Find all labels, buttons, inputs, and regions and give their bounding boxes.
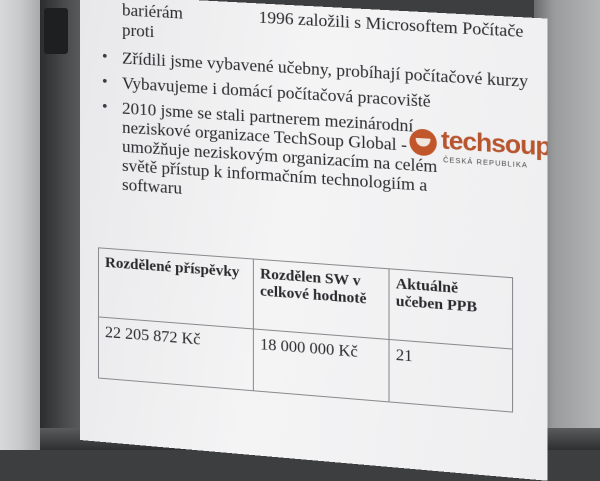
- projected-slide: bariérám 1996 založili s Microsoftem Poč…: [80, 0, 548, 481]
- techsoup-bowl-icon: [409, 128, 437, 157]
- table-cell: 21: [389, 339, 513, 413]
- wall-left: [0, 0, 40, 450]
- table-header-cell: Rozdělené příspěvky: [98, 247, 254, 329]
- table-cell: 22 205 872 Kč: [98, 316, 254, 391]
- screen-frame-left: [40, 0, 82, 450]
- bullet-icon: •: [101, 48, 108, 66]
- table-header-cell: Aktuálně učeben PPB: [389, 268, 513, 350]
- table-cell: 18 000 000 Kč: [253, 328, 390, 402]
- slide-partial-header: 1996 založili s Microsoftem Počítače pro…: [122, 7, 524, 42]
- slide-top-text: bariérám: [122, 0, 183, 23]
- bullet-icon: •: [101, 98, 108, 116]
- techsoup-logo: techsoup ČESKÁ REPUBLIKA: [409, 124, 547, 179]
- bullet-list: bariérám 1996 založili s Microsoftem Poč…: [102, 0, 537, 228]
- frame-clip: [44, 8, 68, 54]
- table-header-cell: Rozdělen SW v celkové hodnotě: [253, 259, 390, 340]
- bullet-item: • 2010 jsme se stali partnerem mezinárod…: [102, 97, 441, 215]
- bullet-icon: •: [101, 73, 108, 91]
- stats-table: Rozdělené příspěvky Rozdělen SW v celkov…: [98, 247, 513, 413]
- bullet-text: 2010 jsme se stali partnerem mezinárodní…: [122, 98, 438, 198]
